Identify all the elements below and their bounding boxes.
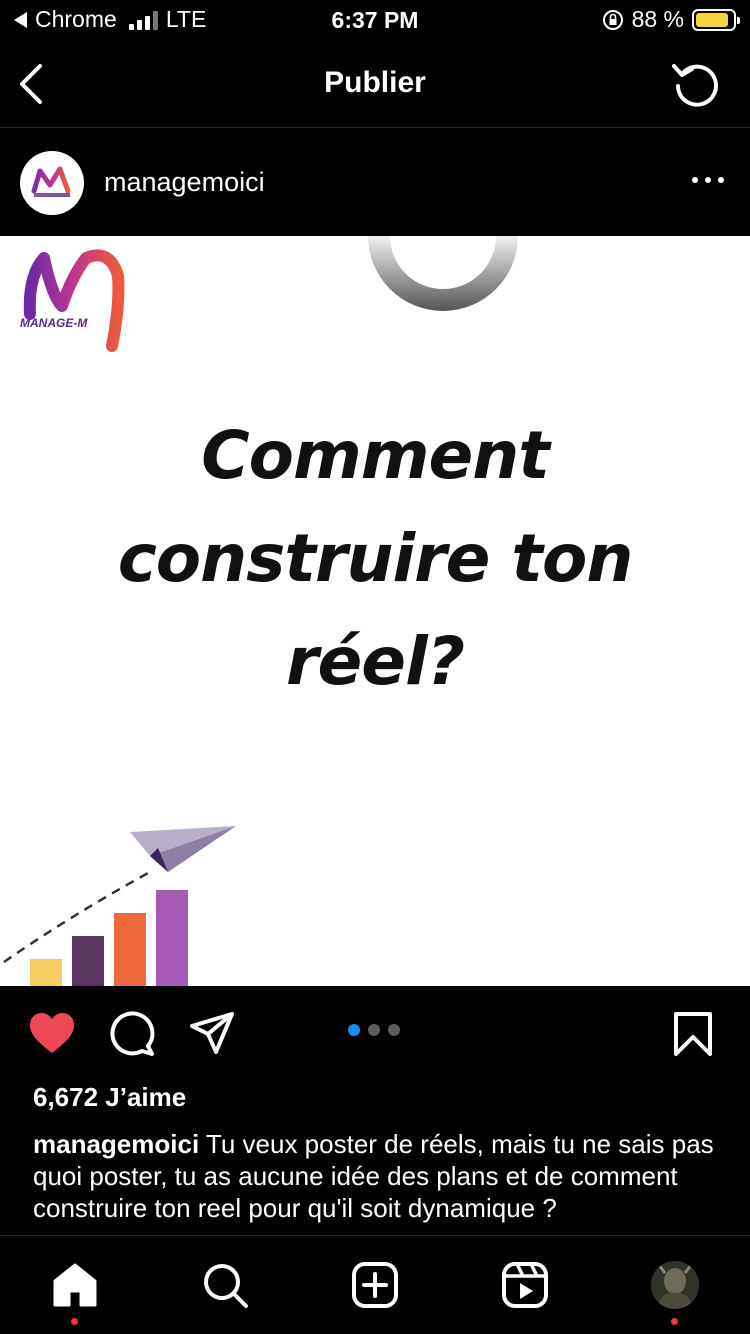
create-post-icon[interactable] — [351, 1261, 399, 1309]
growth-bar — [30, 959, 62, 986]
battery-icon — [692, 8, 740, 31]
profile-avatar[interactable] — [651, 1261, 699, 1309]
paper-plane-icon — [130, 826, 236, 872]
growth-bar — [72, 936, 104, 986]
brand-logo-icon — [31, 166, 71, 197]
carousel-dot — [388, 1024, 400, 1036]
growth-bar — [114, 913, 146, 986]
post-actions — [0, 986, 750, 1082]
refresh-icon[interactable] — [670, 58, 722, 110]
post-header: managemoici — [0, 129, 750, 235]
headline-line: construire ton — [117, 520, 634, 597]
logo-text: MANAGE-M — [20, 316, 88, 330]
tab-bar — [0, 1235, 750, 1334]
status-right: 88 % — [602, 6, 740, 33]
search-icon[interactable] — [201, 1261, 249, 1309]
profile-notification-dot — [671, 1318, 678, 1325]
caption-username[interactable]: managemoici — [33, 1129, 199, 1159]
caption: managemoici Tu veux poster de réels, mai… — [33, 1128, 723, 1234]
more-options-icon[interactable] — [692, 177, 724, 183]
carousel-dot — [348, 1024, 360, 1036]
header: Publier — [0, 42, 750, 128]
avatar[interactable] — [20, 151, 84, 215]
profile-photo-icon — [651, 1261, 699, 1309]
likes-count[interactable]: 6,672 J’aime — [33, 1082, 186, 1113]
headline-line: réel? — [286, 623, 465, 700]
ring-shape — [368, 236, 518, 311]
username[interactable]: managemoici — [104, 167, 265, 198]
post-image[interactable]: MANAGE-M Comment construire ton réel? — [0, 236, 750, 986]
battery-percent: 88 % — [631, 6, 684, 32]
share-icon[interactable] — [188, 1010, 236, 1058]
post-headline: Comment construire ton réel? — [0, 404, 750, 713]
manage-moi-logo-icon — [23, 249, 125, 352]
orientation-lock-icon — [602, 9, 623, 30]
home-notification-dot — [71, 1318, 78, 1325]
carousel-indicator — [348, 1024, 400, 1036]
growth-bar — [156, 890, 188, 986]
home-icon[interactable] — [51, 1261, 99, 1309]
reels-icon[interactable] — [501, 1261, 549, 1309]
comment-icon[interactable] — [108, 1010, 156, 1058]
bookmark-icon[interactable] — [670, 1010, 718, 1058]
page-title: Publier — [324, 66, 426, 99]
status-bar: Chrome LTE 6:37 PM 88 % — [0, 0, 750, 42]
headline-line: Comment — [201, 417, 550, 494]
heart-filled-icon[interactable] — [28, 1010, 76, 1058]
carousel-dot — [368, 1024, 380, 1036]
